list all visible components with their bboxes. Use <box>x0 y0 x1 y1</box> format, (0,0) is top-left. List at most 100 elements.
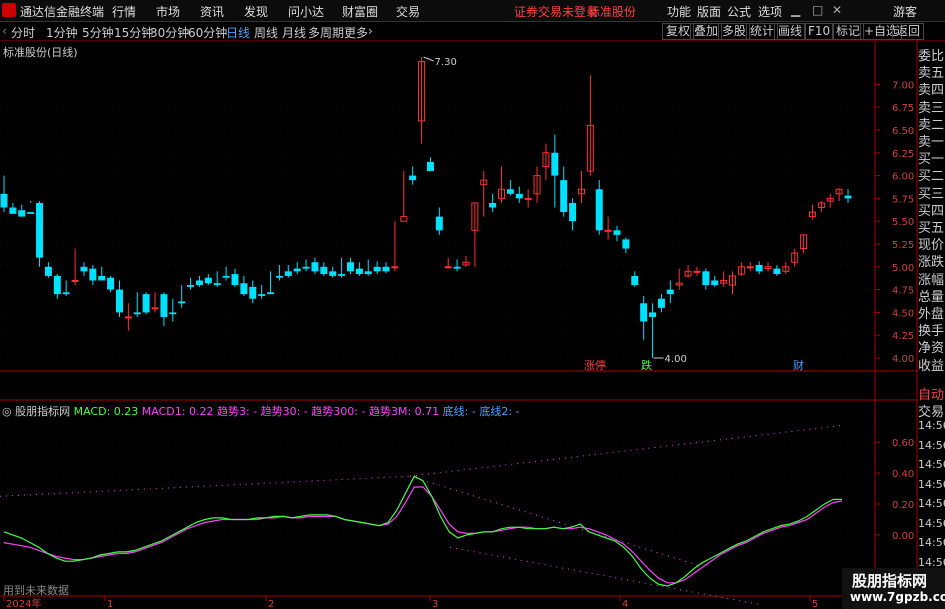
price-tick-label: 6.50 <box>892 126 914 137</box>
tool-f10[interactable]: F10 <box>804 23 835 40</box>
price-tick-label: 6.75 <box>892 103 914 114</box>
tool-draw[interactable]: 画线 <box>774 23 807 40</box>
sidebar-field: 买三 <box>918 186 945 202</box>
date-tick-label: 2 <box>268 599 274 609</box>
sidebar-time: 14:56 <box>918 497 945 510</box>
indicator-name[interactable]: 股朋指标网 <box>15 405 70 418</box>
sidebar-field: 买二 <box>918 169 945 185</box>
candle-body <box>302 266 310 269</box>
settings-icon[interactable]: ◎ <box>2 405 12 418</box>
candle-body <box>98 275 106 281</box>
guest-label[interactable]: 游客 <box>893 3 917 20</box>
candle-body <box>0 193 8 208</box>
candle-body <box>151 307 159 310</box>
candle-body <box>178 301 186 304</box>
candle-body <box>640 303 648 322</box>
trend-line <box>409 424 846 477</box>
candle-body <box>346 262 354 272</box>
period-multi[interactable]: 多周期 <box>308 24 344 41</box>
period-5min[interactable]: 5分钟 <box>82 24 114 41</box>
menu-item-discover[interactable]: 发现 <box>244 3 268 20</box>
sidebar-trade[interactable]: 交易 <box>918 401 945 420</box>
chart-canvas[interactable]: 7.00 6.75 6.50 6.25 6.00 5.75 5.50 5.25 5.00 4.75… <box>0 41 918 609</box>
stock-label: 标准股份(日线) <box>3 46 78 59</box>
price-tick-label: 5.50 <box>892 217 914 228</box>
period-weekly[interactable]: 周线 <box>254 24 278 41</box>
app-title: 通达信金融终端 <box>20 5 105 19</box>
candle-body <box>426 161 434 172</box>
candle-body <box>631 275 639 286</box>
period-more[interactable]: 更多 <box>344 24 368 41</box>
watermark-title: 股朋指标网 <box>852 572 928 590</box>
sidebar-field: 涨幅 <box>918 272 945 288</box>
date-tick-label: 3 <box>432 599 438 609</box>
date-tick-label: 2024年 <box>6 597 41 609</box>
period-30min[interactable]: 30分钟 <box>150 24 189 41</box>
candle-body <box>258 294 266 296</box>
candle-body <box>649 312 657 317</box>
date-tick-label: 5 <box>812 599 818 609</box>
macd-line <box>3 475 842 587</box>
sidebar-field: 买一 <box>918 152 945 168</box>
candle-body <box>231 274 239 286</box>
menu-function[interactable]: 功能 <box>667 3 691 20</box>
high-label: 7.30 <box>435 57 457 68</box>
menu-item-wealth[interactable]: 财富圈 <box>342 3 378 20</box>
candle-body <box>702 271 710 286</box>
legend-trend3m: 趋势3M: 0.71 <box>368 405 440 418</box>
price-tick-label: 4.75 <box>892 286 914 297</box>
menu-bar: 通达信金融终端 行情 市场 资讯 发现 问小达 财富圈 交易 证券交易未登录 标… <box>0 0 945 22</box>
ind-tick-label: 0.60 <box>892 438 914 449</box>
sidebar-field: 净资 <box>918 341 945 357</box>
candle-body <box>364 271 372 275</box>
period-toolbar: ‹ 分时 1分钟 5分钟 15分钟 30分钟 60分钟 日线 周线 月线 多周期… <box>0 22 945 41</box>
minimize-icon[interactable]: ▁ <box>791 3 800 17</box>
candle-body <box>107 277 115 290</box>
candle-body <box>27 212 35 214</box>
sidebar-field: 买五 <box>918 221 945 236</box>
price-tick-label: 4.50 <box>892 308 914 319</box>
menu-item-market[interactable]: 行情 <box>112 3 136 20</box>
tool-back[interactable]: 返回 <box>892 23 925 40</box>
period-intraday[interactable]: 分时 <box>11 24 35 41</box>
menu-item-markets[interactable]: 市场 <box>156 3 180 20</box>
candle-body <box>551 152 559 176</box>
indicator-legend: ◎ 股朋指标网 MACD: 0.23 MACD1: 0.22 趋势3: - 趋势… <box>2 403 520 419</box>
price-tick-label: 7.00 <box>892 80 914 91</box>
period-1min[interactable]: 1分钟 <box>46 24 78 41</box>
period-15min[interactable]: 15分钟 <box>114 24 153 41</box>
candle-body <box>755 264 763 272</box>
price-tick-label: 4.00 <box>892 354 914 365</box>
event-marker: 财 <box>793 358 804 372</box>
sidebar-field: 总量 <box>918 289 945 305</box>
period-60min[interactable]: 60分钟 <box>188 24 227 41</box>
sidebar-field: 换手 <box>918 324 945 340</box>
ind-tick-label: 0.40 <box>892 469 914 480</box>
price-tick-label: 4.25 <box>892 331 914 342</box>
candle-body <box>569 202 577 222</box>
candle-body <box>844 195 852 199</box>
candle-body <box>160 294 168 317</box>
menu-item-trade[interactable]: 交易 <box>396 3 420 20</box>
menu-options[interactable]: 选项 <box>758 3 782 20</box>
period-daily[interactable]: 日线 <box>226 24 250 41</box>
menu-item-ask[interactable]: 问小达 <box>288 3 324 20</box>
menu-item-news[interactable]: 资讯 <box>200 3 224 20</box>
candle-body <box>604 229 612 232</box>
maximize-icon[interactable]: □ <box>812 3 823 17</box>
login-status[interactable]: 证券交易未登录 <box>514 3 598 20</box>
legend-trend300: 趋势300: - <box>311 405 366 418</box>
candle-body <box>409 175 417 181</box>
sidebar-field: 委比 <box>918 49 945 64</box>
quote-sidebar: 委比 卖五 卖四 卖三 卖二 卖一 买一 买二 买三 买四 买五 现价 涨跌 涨幅 总量 外盘 换手 净资 收益 自动… <box>918 41 945 609</box>
sidebar-time: 14:56 <box>918 555 945 569</box>
close-icon[interactable]: ✕ <box>832 3 842 17</box>
period-monthly[interactable]: 月线 <box>282 24 306 41</box>
chevron-right-icon[interactable]: › <box>368 24 373 38</box>
menu-formula[interactable]: 公式 <box>727 3 751 20</box>
sidebar-field: 涨跌 <box>918 255 945 271</box>
candle-body <box>622 239 630 249</box>
candle-body <box>435 216 443 231</box>
menu-layout[interactable]: 版面 <box>697 3 721 20</box>
nav-back-icon[interactable]: ‹ <box>2 24 7 38</box>
